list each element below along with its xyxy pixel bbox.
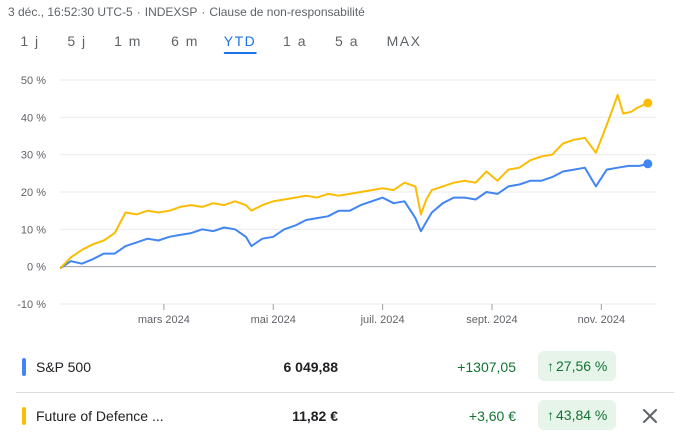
x-tick-label: mai 2024 <box>251 314 296 326</box>
y-axis: 50 % 40 % 30 % 20 % 10 % 0 % -10 % <box>17 75 46 311</box>
series-change-percent: 27,56 % <box>556 358 608 374</box>
legend-row-future-of-defence[interactable]: Future of Defence ... 11,82 € +3,60 € ↑ 4… <box>16 392 674 439</box>
x-tick-label: sept. 2024 <box>466 314 517 326</box>
legend-row-sp500[interactable]: S&P 500 6 049,88 +1307,05 ↑ 27,56 % <box>16 344 674 390</box>
series-change: +3,60 € <box>468 408 516 424</box>
tab-6-months[interactable]: 6 m <box>171 33 199 49</box>
y-tick-label: 0 % <box>27 262 46 274</box>
x-axis: mars 2024 mai 2024 juil. 2024 sept. 2024 nov… <box>138 304 625 326</box>
datetime: 3 déc., 16:52:30 UTC-5 <box>8 5 133 19</box>
series-change-percent-badge: ↑ 27,56 % <box>538 351 617 381</box>
series-name: Future of Defence ... <box>36 408 164 424</box>
header-meta: 3 déc., 16:52:30 UTC-5 · INDEXSP · Clause de… <box>8 5 365 19</box>
series-color-bar <box>22 358 26 376</box>
y-tick-label: 10 % <box>21 224 46 236</box>
comparison-line-chart[interactable]: 50 %40 %30 %20 %10 %0 %-10 % mars 2024 ma… <box>0 62 683 340</box>
series-price: 11,82 € <box>292 408 338 424</box>
tab-1-day[interactable]: 1 j <box>20 33 39 49</box>
tab-5-days[interactable]: 5 j <box>67 33 86 49</box>
y-tick-label: 30 % <box>21 150 46 162</box>
series-change-percent-badge: ↑ 43,84 % <box>538 400 617 430</box>
series-change-percent: 43,84 % <box>556 407 608 423</box>
series-name: S&P 500 <box>36 359 92 375</box>
series-endpoint-dot <box>643 159 653 169</box>
y-tick-label: -10 % <box>17 299 46 311</box>
series-line-sp500 <box>59 162 649 270</box>
x-tick-label: mars 2024 <box>138 314 190 326</box>
x-tick-label: juil. 2024 <box>360 314 405 326</box>
tab-1-year[interactable]: 1 a <box>283 33 307 49</box>
range-tabs: 1 j 5 j 1 m 6 m YTD 1 a 5 a MAX <box>0 33 683 57</box>
y-tick-label: 50 % <box>21 75 46 87</box>
y-tick-label: 40 % <box>21 112 46 124</box>
tab-1-month[interactable]: 1 m <box>114 33 142 49</box>
series-color-bar <box>22 407 26 425</box>
series-change: +1307,05 <box>457 359 516 375</box>
series-line-future-of-defence <box>59 93 649 270</box>
series-price: 6 049,88 <box>283 359 339 375</box>
series-endpoint-dot <box>643 98 653 108</box>
index-code: INDEXSP <box>144 5 198 19</box>
tab-5-years[interactable]: 5 a <box>335 33 359 49</box>
x-tick-label: nov. 2024 <box>578 314 626 326</box>
separator-dot: · <box>136 5 141 19</box>
disclaimer-link[interactable]: Clause de non-responsabilité <box>209 5 364 19</box>
tab-max[interactable]: MAX <box>387 33 422 49</box>
chart-lines <box>59 93 653 270</box>
y-tick-label: 20 % <box>21 187 46 199</box>
arrow-up-icon: ↑ <box>547 407 554 423</box>
arrow-up-icon: ↑ <box>547 358 554 374</box>
separator-dot: · <box>201 5 206 19</box>
remove-comparison-close-icon[interactable] <box>638 404 662 428</box>
tab-ytd[interactable]: YTD <box>223 33 257 54</box>
